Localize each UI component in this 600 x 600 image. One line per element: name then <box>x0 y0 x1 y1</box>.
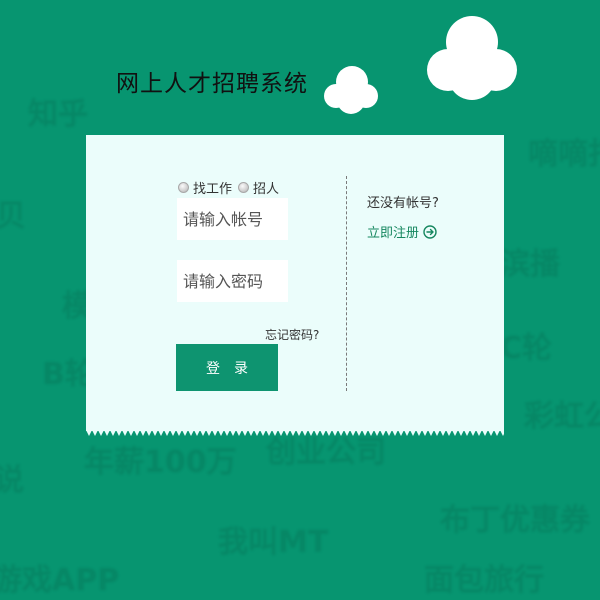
background-word: 布丁优惠券 <box>440 503 590 538</box>
background-word: C轮 <box>500 331 553 366</box>
role-label-job-seeker[interactable]: 找工作 <box>193 178 232 197</box>
role-selector: 找工作 招人 <box>178 178 285 197</box>
divider <box>346 176 347 391</box>
cloud-icon <box>324 66 378 114</box>
background-word: 创业公司 <box>266 435 386 470</box>
login-card <box>86 135 504 431</box>
radio-recruiter[interactable] <box>238 182 250 193</box>
no-account-prompt: 还没有帐号? <box>367 196 439 211</box>
app-title: 网上人才招聘系统 <box>116 71 308 97</box>
card-zigzag-edge <box>86 430 504 436</box>
background-word: 知乎 <box>28 97 88 132</box>
background-word: 嘀嘀打 <box>528 137 600 172</box>
background-word: 贝 <box>0 199 26 234</box>
background-word: 我叫MT <box>218 525 329 560</box>
background-word: 滨播 <box>500 247 560 282</box>
forgot-password-link[interactable]: 忘记密码? <box>265 326 319 343</box>
arrow-right-circle-icon[interactable] <box>423 224 437 239</box>
background-word: 彩虹公 <box>524 399 600 434</box>
background-word: 年薪100万 <box>84 445 237 480</box>
cloud-icon <box>427 16 517 100</box>
register-link-label[interactable]: 立即注册 <box>367 222 419 241</box>
background-word: 说 <box>0 463 24 498</box>
background-word: 面包旅行 <box>424 563 544 598</box>
radio-job-seeker[interactable] <box>178 182 189 193</box>
background-word: 游戏APP <box>0 563 120 598</box>
account-input[interactable] <box>177 198 288 240</box>
login-button[interactable]: 登录 <box>176 344 278 391</box>
register-link[interactable]: 立即注册 <box>367 222 437 241</box>
password-input[interactable] <box>177 260 288 302</box>
role-label-recruiter[interactable]: 招人 <box>253 178 279 197</box>
